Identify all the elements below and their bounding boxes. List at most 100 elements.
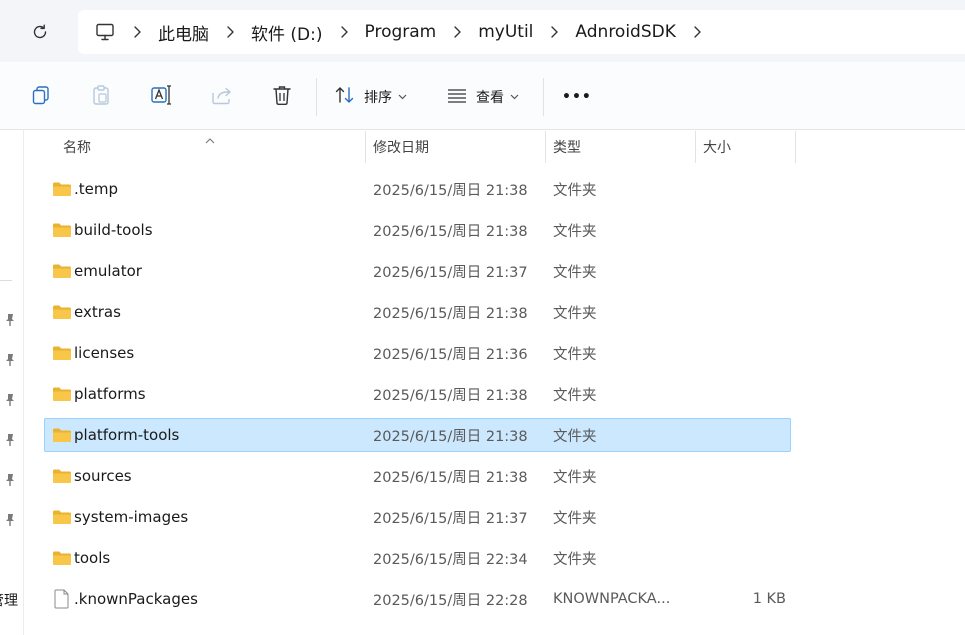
share-icon — [210, 84, 234, 110]
folder-icon — [47, 263, 77, 279]
file-type: 文件夹 — [553, 510, 597, 527]
file-name: .temp — [74, 180, 119, 198]
folder-icon — [47, 386, 77, 402]
nav-item-label[interactable]: 管理 — [0, 590, 18, 610]
file-row[interactable]: licenses 2025/6/15/周日 21:36 文件夹 — [44, 336, 791, 370]
folder-icon — [47, 345, 77, 361]
breadcrumb[interactable]: 此电脑 软件 (D:) Program myUtil AdnroidSDK — [78, 10, 965, 54]
copy-icon — [30, 84, 52, 110]
rename-button[interactable] — [150, 84, 174, 110]
column-divider[interactable] — [695, 131, 696, 163]
file-modified-date: 2025/6/15/周日 22:28 — [373, 592, 528, 609]
column-divider[interactable] — [545, 131, 546, 163]
file-type: 文件夹 — [553, 223, 597, 240]
trash-icon — [271, 84, 293, 110]
more-options-button[interactable]: ••• — [562, 84, 592, 110]
address-bar-row: 此电脑 软件 (D:) Program myUtil AdnroidSDK — [0, 0, 965, 62]
file-type: 文件夹 — [553, 182, 597, 199]
file-name: build-tools — [74, 221, 153, 239]
file-name: platform-tools — [74, 426, 180, 444]
file-modified-date: 2025/6/15/周日 21:38 — [373, 469, 528, 486]
file-modified-date: 2025/6/15/周日 21:37 — [373, 510, 528, 527]
breadcrumb-item-this-pc[interactable]: 此电脑 — [158, 20, 209, 45]
file-name: sources — [74, 467, 132, 485]
column-header-name[interactable]: 名称 — [63, 131, 91, 163]
toolbar-divider — [316, 78, 317, 116]
file-name: licenses — [74, 344, 135, 362]
column-divider[interactable] — [795, 131, 796, 163]
file-row[interactable]: emulator 2025/6/15/周日 21:37 文件夹 — [44, 254, 791, 288]
file-modified-date: 2025/6/15/周日 21:38 — [373, 223, 528, 240]
sort-label: 排序 — [364, 90, 392, 106]
chevron-right-icon[interactable] — [543, 26, 565, 38]
file-name: emulator — [74, 262, 142, 280]
file-name: tools — [74, 549, 111, 567]
breadcrumb-item-program[interactable]: Program — [365, 22, 437, 42]
share-button[interactable] — [210, 84, 234, 110]
file-row[interactable]: .temp 2025/6/15/周日 21:38 文件夹 — [44, 172, 791, 206]
file-row[interactable]: extras 2025/6/15/周日 21:38 文件夹 — [44, 295, 791, 329]
folder-icon — [47, 509, 77, 525]
nav-divider — [0, 280, 12, 281]
file-row[interactable]: .knownPackages 2025/6/15/周日 22:28 KNOWNPAC… — [44, 582, 791, 616]
pin-icon[interactable] — [2, 352, 18, 368]
file-type: 文件夹 — [553, 346, 597, 363]
file-row[interactable]: build-tools 2025/6/15/周日 21:38 文件夹 — [44, 213, 791, 247]
paste-button[interactable] — [90, 84, 112, 110]
chevron-right-icon[interactable] — [333, 26, 355, 38]
file-row[interactable]: system-images 2025/6/15/周日 21:37 文件夹 — [44, 500, 791, 534]
delete-button[interactable] — [271, 84, 293, 110]
column-header-size[interactable]: 大小 — [703, 131, 731, 163]
folder-icon — [47, 304, 77, 320]
file-type: 文件夹 — [553, 428, 597, 445]
folder-icon — [47, 181, 77, 197]
chevron-right-icon[interactable] — [219, 26, 241, 38]
file-row[interactable]: platform-tools 2025/6/15/周日 21:38 文件夹 — [44, 418, 791, 452]
chevron-right-icon[interactable] — [126, 26, 148, 38]
file-name: extras — [74, 303, 121, 321]
sort-ascending-icon — [205, 129, 215, 148]
breadcrumb-item-drive-d[interactable]: 软件 (D:) — [251, 20, 323, 45]
file-name: system-images — [74, 508, 189, 526]
navigation-pane — [0, 130, 24, 635]
file-type: 文件夹 — [553, 264, 597, 281]
chevron-right-icon[interactable] — [446, 26, 468, 38]
refresh-icon[interactable] — [28, 20, 52, 44]
column-divider[interactable] — [365, 131, 366, 163]
pin-icon[interactable] — [2, 472, 18, 488]
more-icon: ••• — [562, 89, 592, 105]
file-type: KNOWNPACKA... — [553, 591, 671, 607]
chevron-down-icon — [510, 94, 519, 100]
file-modified-date: 2025/6/15/周日 21:36 — [373, 346, 528, 363]
file-type: 文件夹 — [553, 469, 597, 486]
sort-icon — [334, 84, 356, 110]
column-header-type[interactable]: 类型 — [553, 131, 581, 163]
file-size: 1 KB — [752, 591, 786, 607]
file-row[interactable]: tools 2025/6/15/周日 22:34 文件夹 — [44, 541, 791, 575]
file-row[interactable]: sources 2025/6/15/周日 21:38 文件夹 — [44, 459, 791, 493]
computer-icon[interactable] — [94, 21, 116, 43]
file-row[interactable]: platforms 2025/6/15/周日 21:38 文件夹 — [44, 377, 791, 411]
pin-icon[interactable] — [2, 512, 18, 528]
sort-button[interactable]: 排序 — [334, 84, 407, 110]
chevron-right-icon[interactable] — [686, 26, 708, 38]
view-button[interactable]: 查看 — [446, 84, 519, 110]
view-label: 查看 — [476, 90, 504, 106]
folder-icon — [47, 222, 77, 238]
folder-icon — [47, 468, 77, 484]
breadcrumb-item-androidsdk[interactable]: AdnroidSDK — [575, 22, 675, 42]
file-modified-date: 2025/6/15/周日 21:38 — [373, 182, 528, 199]
pin-icon[interactable] — [2, 392, 18, 408]
column-header-modified[interactable]: 修改日期 — [373, 131, 429, 163]
file-name: platforms — [74, 385, 146, 403]
file-modified-date: 2025/6/15/周日 22:34 — [373, 551, 528, 568]
pin-icon[interactable] — [2, 312, 18, 328]
copy-button[interactable] — [30, 84, 52, 110]
breadcrumb-item-myutil[interactable]: myUtil — [478, 22, 533, 42]
file-icon — [47, 589, 77, 609]
chevron-down-icon — [398, 94, 407, 100]
view-list-icon — [446, 84, 468, 110]
rename-icon — [150, 84, 174, 110]
file-modified-date: 2025/6/15/周日 21:38 — [373, 428, 528, 445]
pin-icon[interactable] — [2, 432, 18, 448]
